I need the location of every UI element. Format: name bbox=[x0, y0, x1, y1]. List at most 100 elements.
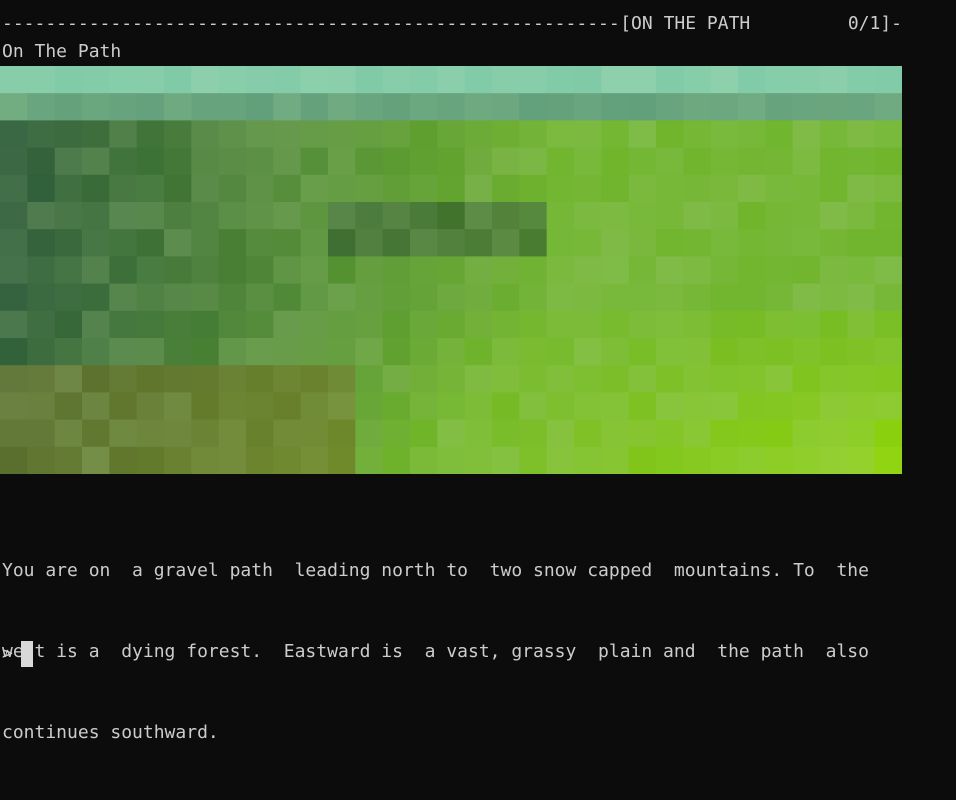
scene-pixel bbox=[574, 120, 602, 149]
scene-pixel bbox=[246, 446, 274, 474]
scene-pixel bbox=[109, 202, 138, 230]
scene-pixel bbox=[847, 338, 876, 366]
scene-pixel bbox=[628, 310, 657, 339]
scene-pixel bbox=[27, 446, 56, 474]
scene-pixel bbox=[0, 202, 28, 230]
scene-pixel bbox=[847, 93, 876, 121]
scene-pixel bbox=[519, 283, 548, 312]
scene-pixel bbox=[246, 392, 274, 421]
scene-pixel bbox=[765, 419, 794, 448]
scene-pixel bbox=[218, 229, 247, 257]
scene-pixel bbox=[519, 174, 548, 203]
scene-pixel bbox=[820, 66, 848, 94]
scene-pixel bbox=[628, 365, 657, 393]
scene-pixel bbox=[601, 338, 630, 366]
scene-pixel bbox=[164, 392, 192, 421]
scene-pixel bbox=[382, 419, 411, 448]
scene-pixel bbox=[382, 283, 411, 312]
scene-pixel bbox=[738, 229, 766, 257]
scene-pixel bbox=[574, 338, 602, 366]
scene-pixel bbox=[601, 419, 630, 448]
scene-pixel bbox=[246, 310, 274, 339]
scene-pixel bbox=[191, 419, 220, 448]
scene-pixel bbox=[738, 446, 766, 474]
scene-pixel bbox=[355, 338, 384, 366]
scene-pixel bbox=[683, 120, 712, 149]
scene-pixel bbox=[792, 229, 821, 257]
scene-pixel bbox=[328, 202, 356, 230]
scene-pixel bbox=[191, 174, 220, 203]
scene-pixel bbox=[82, 147, 110, 176]
scene-pixel bbox=[738, 256, 766, 285]
scene-pixel bbox=[874, 419, 902, 448]
scene-pixel bbox=[710, 446, 739, 474]
status-bar-right: [ON THE PATH 0/1]- bbox=[0, 10, 902, 37]
scene-pixel bbox=[136, 256, 165, 285]
scene-pixel bbox=[710, 283, 739, 312]
scene-pixel bbox=[410, 66, 438, 94]
scene-pixel bbox=[519, 256, 548, 285]
scene-pixel bbox=[464, 93, 493, 121]
scene-pixel bbox=[82, 256, 110, 285]
scene-pixel bbox=[601, 174, 630, 203]
scene-pixel bbox=[792, 283, 821, 312]
scene-pixel bbox=[54, 283, 83, 312]
scene-pixel bbox=[546, 93, 575, 121]
scene-pixel bbox=[27, 338, 56, 366]
scene-pixel bbox=[710, 147, 739, 176]
scene-pixel bbox=[847, 419, 876, 448]
text-cursor[interactable] bbox=[20, 640, 33, 667]
scene-pixel bbox=[355, 120, 384, 149]
scene-pixel bbox=[628, 202, 657, 230]
scene-pixel bbox=[820, 338, 848, 366]
scene-pixel bbox=[273, 202, 302, 230]
scene-pixel bbox=[382, 365, 411, 393]
scene-pixel bbox=[874, 392, 902, 421]
scene-pixel bbox=[300, 229, 329, 257]
scene-pixel bbox=[27, 419, 56, 448]
scene-pixel bbox=[492, 310, 520, 339]
scene-pixel bbox=[628, 283, 657, 312]
scene-pixel bbox=[54, 120, 83, 149]
scene-pixel bbox=[109, 365, 138, 393]
scene-pixel bbox=[300, 93, 329, 121]
scene-pixel bbox=[738, 283, 766, 312]
scene-pixel bbox=[574, 202, 602, 230]
scene-pixel bbox=[437, 283, 466, 312]
scene-pixel bbox=[218, 147, 247, 176]
scene-pixel bbox=[136, 446, 165, 474]
scene-pixel bbox=[410, 229, 438, 257]
scene-pixel bbox=[464, 120, 493, 149]
scene-pixel bbox=[437, 93, 466, 121]
scene-pixel bbox=[628, 229, 657, 257]
scene-pixel bbox=[54, 229, 83, 257]
scene-pixel bbox=[437, 147, 466, 176]
scene-pixel bbox=[628, 256, 657, 285]
location-title: On The Path bbox=[2, 41, 122, 62]
scene-pixel bbox=[410, 93, 438, 121]
scene-pixel bbox=[0, 283, 28, 312]
scene-pixel bbox=[847, 66, 876, 94]
scene-pixel bbox=[410, 256, 438, 285]
scene-pixel bbox=[273, 229, 302, 257]
command-prompt[interactable]: > bbox=[2, 640, 33, 667]
scene-pixel bbox=[82, 120, 110, 149]
scene-pixel bbox=[546, 120, 575, 149]
scene-pixel bbox=[27, 283, 56, 312]
scene-pixel bbox=[710, 392, 739, 421]
scene-pixel bbox=[628, 93, 657, 121]
scene-pixel bbox=[820, 229, 848, 257]
scene-pixel bbox=[164, 419, 192, 448]
scene-pixel bbox=[492, 392, 520, 421]
scene-pixel bbox=[492, 174, 520, 203]
scene-pixel bbox=[109, 120, 138, 149]
scene-pixel bbox=[136, 365, 165, 393]
scene-pixel bbox=[191, 66, 220, 94]
scene-pixel bbox=[574, 283, 602, 312]
scene-pixel bbox=[410, 446, 438, 474]
scene-pixel bbox=[464, 66, 493, 94]
description-line-2: west is a dying forest. Eastward is a va… bbox=[2, 641, 869, 662]
scene-pixel bbox=[410, 174, 438, 203]
scene-pixel bbox=[27, 256, 56, 285]
scene-pixel bbox=[792, 202, 821, 230]
